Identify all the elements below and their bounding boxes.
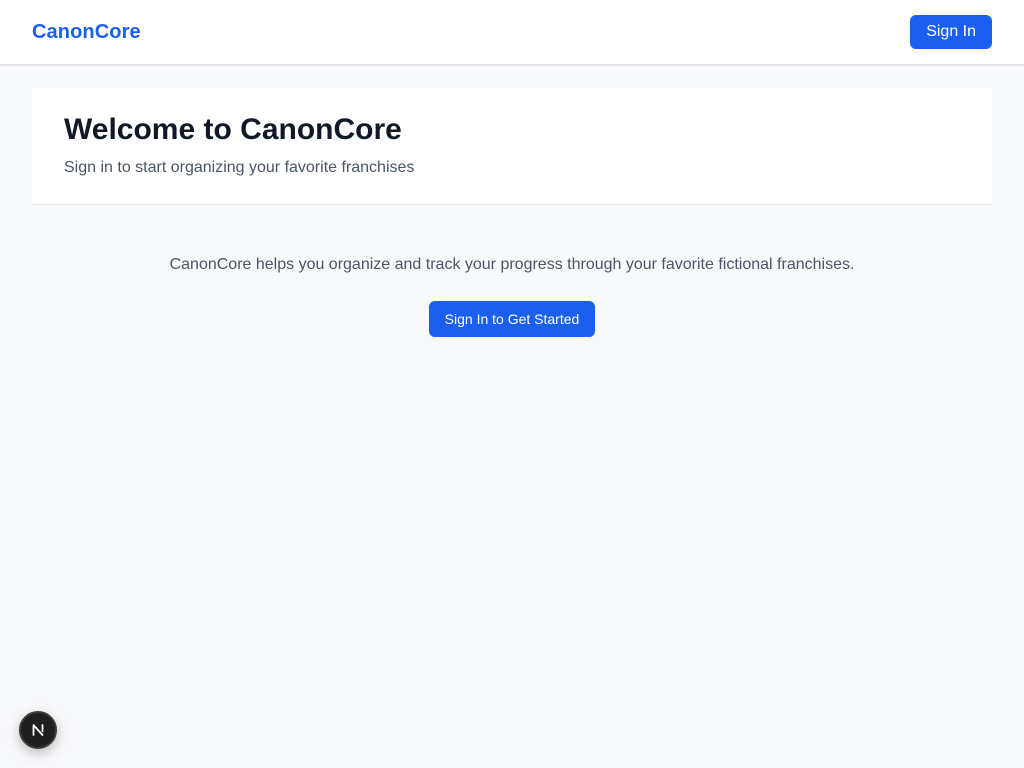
nextjs-devtools-button[interactable]: [19, 711, 57, 749]
nextjs-logo-icon: [32, 724, 44, 736]
get-started-button[interactable]: Sign In to Get Started: [428, 301, 596, 337]
sign-in-button[interactable]: Sign In: [910, 15, 992, 49]
top-navbar: CanonCore Sign In: [0, 0, 1024, 64]
brand-logo-link[interactable]: CanonCore: [32, 21, 141, 44]
page-title: Welcome to CanonCore: [64, 113, 402, 146]
page-subtitle: Sign in to start organizing your favorit…: [64, 159, 415, 176]
main-content: CanonCore helps you organize and track y…: [0, 252, 1024, 337]
page-header: Welcome to CanonCore Sign in to start or…: [32, 88, 992, 205]
intro-description: CanonCore helps you organize and track y…: [169, 256, 855, 273]
